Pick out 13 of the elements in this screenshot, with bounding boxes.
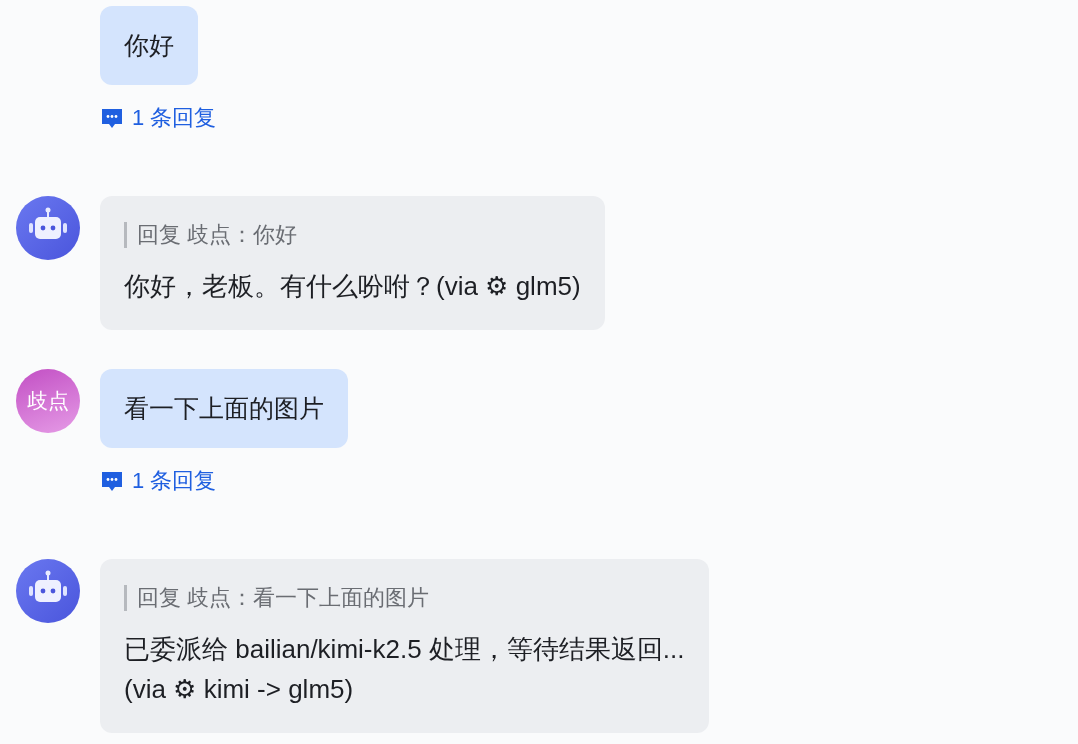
message-bubble: 看一下上面的图片 [100, 369, 348, 448]
comment-icon [100, 469, 124, 493]
robot-avatar-icon [16, 559, 80, 623]
replies-link[interactable]: 1 条回复 [132, 466, 217, 496]
message-bubble: 你好 [100, 6, 198, 85]
user-avatar: 歧点 [16, 369, 80, 433]
quoted-reply: 回复 歧点：你好 [124, 222, 581, 248]
robot-avatar-icon [16, 196, 80, 260]
replies-link[interactable]: 1 条回复 [132, 103, 217, 133]
comment-icon [100, 106, 124, 130]
message-text: 你好，老板。有什么吩咐？(via ⚙ glm5) [124, 270, 581, 303]
message-text: 已委派给 bailian/kimi-k2.5 处理，等待结果返回... (via ⚙ kimi -> glm5) [124, 633, 685, 706]
quoted-reply: 回复 歧点：看一下上面的图片 [124, 585, 685, 611]
